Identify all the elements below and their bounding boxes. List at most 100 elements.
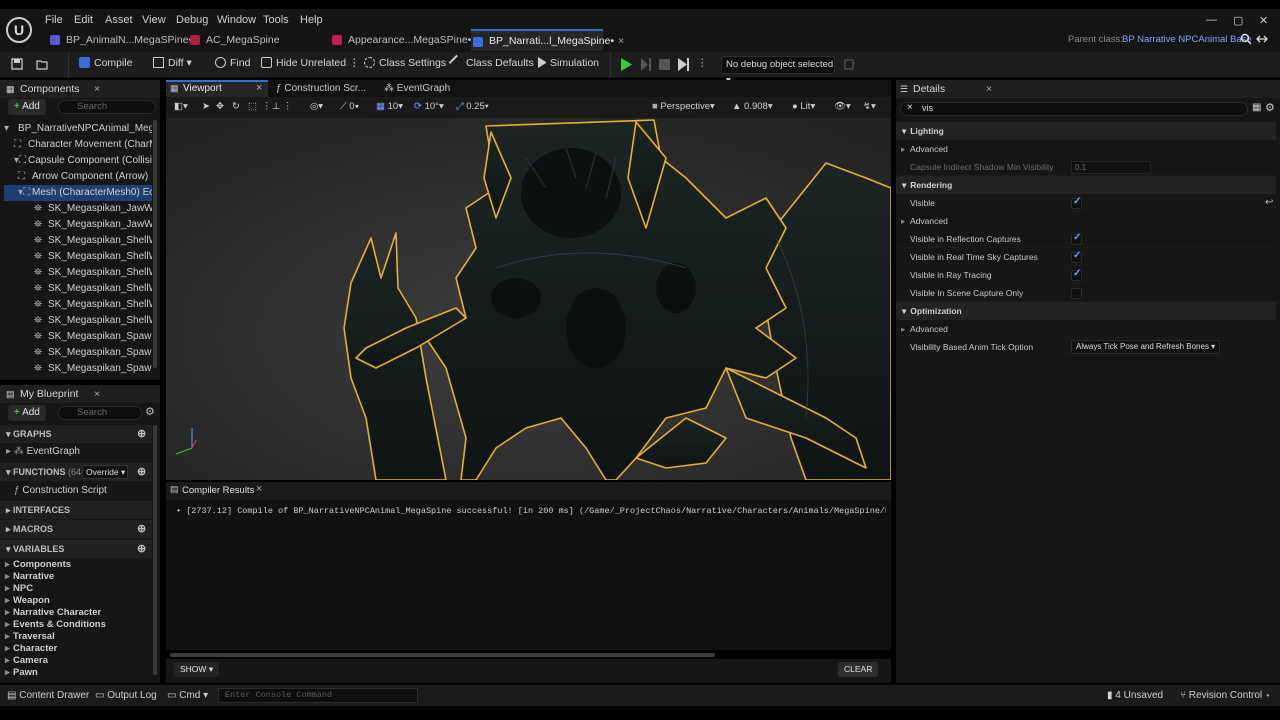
graphs-section[interactable]: ▾ GRAPHS ⊕ [0, 425, 152, 443]
component-item[interactable]: ▾ BP_NarrativeNPCAnimal_MegaSp [4, 121, 152, 137]
document-tab[interactable]: BP_AnimalN...MegaSPine• [48, 29, 192, 51]
coord-space-icon[interactable]: ◎▾ [310, 101, 323, 112]
variable-category[interactable]: ▸ Traversal [5, 631, 55, 642]
menu-view[interactable]: View [142, 14, 166, 26]
link-icon[interactable] [1256, 33, 1268, 45]
grid-snap-toggle[interactable]: ▦ 10▾ [376, 101, 403, 112]
component-item[interactable]: ⛯ SK_Megaspikan_JawWea [4, 201, 152, 217]
expand-arrow-icon[interactable]: ▸ [5, 655, 10, 666]
variable-category[interactable]: ▸ Pawn [5, 667, 38, 678]
add-member-button[interactable]: + Add [8, 405, 46, 421]
close-viewport-tab-icon[interactable]: × [256, 82, 262, 94]
property-checkbox[interactable] [1071, 288, 1082, 299]
unreal-logo-icon[interactable]: U [6, 17, 32, 43]
document-tab[interactable]: BP_Narrati...l_MegaSpine• × [471, 29, 624, 51]
component-item[interactable]: ⛯ SK_Megaspikan_ShellWe [4, 313, 152, 329]
component-item[interactable]: ⛶ Character Movement (CharM [4, 137, 152, 153]
content-drawer-button[interactable]: ▤ Content Drawer [7, 690, 89, 701]
variable-category[interactable]: ▸ Narrative Character [5, 607, 101, 618]
construction-script-item[interactable]: ƒ Construction Script [14, 483, 154, 499]
component-item[interactable]: ⛯ SK_Megaspikan_Spawne [4, 361, 152, 377]
surface-snap-icon[interactable]: ⊥ ⋮ [272, 101, 292, 112]
log-hscrollbar[interactable] [170, 653, 715, 657]
component-item[interactable]: ⛯ SK_Megaspikan_Spawne [4, 345, 152, 361]
search-icon[interactable] [1240, 33, 1252, 45]
property-checkbox[interactable] [1071, 268, 1082, 281]
tab-construction-script[interactable]: ƒ Construction Scr... [276, 83, 366, 94]
find-button[interactable]: Find [215, 57, 250, 69]
compile-message[interactable]: • [2737.12] Compile of BP_NarrativeNPCAn… [176, 506, 886, 516]
component-item[interactable]: ▾⛶ Mesh (CharacterMesh0) Ec [4, 185, 152, 201]
menu-asset[interactable]: Asset [105, 14, 133, 26]
expand-arrow-icon[interactable]: ▸ [5, 595, 10, 606]
debug-object-select[interactable]: No debug object selected ▾ [721, 56, 835, 86]
blueprint-scrollbar[interactable] [153, 425, 157, 675]
variable-category[interactable]: ▸ Narrative [5, 571, 54, 582]
document-tab[interactable]: AC_MegaSpine [188, 29, 298, 51]
variable-category[interactable]: ▸ Components [5, 559, 71, 570]
show-button[interactable]: SHOW ▾ [174, 662, 220, 677]
expand-arrow-icon[interactable]: ▸ [5, 607, 10, 618]
document-tab[interactable]: Appearance...MegaSPine• [330, 29, 471, 51]
expand-arrow-icon[interactable]: ▸ [5, 643, 10, 654]
menu-tools[interactable]: Tools [263, 14, 289, 26]
variable-category[interactable]: ▸ Camera [5, 655, 48, 666]
close-components-icon[interactable]: × [94, 80, 100, 98]
component-item[interactable]: ⛯ SK_Megaspikan_JawWea [4, 217, 152, 233]
property-value-field[interactable]: 0.1 [1071, 161, 1151, 174]
more-tools-icon[interactable]: ⋮ [262, 101, 272, 112]
component-item[interactable]: ⛯ SK_Megaspikan_ShellWe [4, 233, 152, 249]
details-section[interactable]: ▾ Lighting [896, 122, 1276, 140]
clear-button[interactable]: CLEAR [838, 662, 879, 677]
add-function-icon[interactable]: ⊕ [137, 463, 146, 481]
macros-section[interactable]: ▸ MACROS ⊕ [0, 520, 152, 538]
variables-section[interactable]: ▾ VARIABLES ⊕ [0, 540, 152, 558]
browse-icon[interactable] [36, 58, 48, 70]
expand-arrow-icon[interactable]: ▸ [5, 559, 10, 570]
component-item[interactable]: ⛯ SK_Megaspikan_ShellWe [4, 297, 152, 313]
hide-unrelated-button[interactable]: Hide Unrelated ⋮ [261, 57, 359, 69]
scale-mode-icon[interactable]: ⬚ [248, 101, 257, 112]
property-checkbox[interactable] [1071, 232, 1082, 245]
tab-event-graph[interactable]: ⁂ EventGraph [384, 83, 450, 94]
details-search-input[interactable]: × vis [900, 102, 1248, 116]
view-mode-dropdown[interactable]: ● Lit▾ [792, 101, 815, 112]
reset-to-default-icon[interactable]: ↩ [1265, 197, 1273, 208]
revision-control-button[interactable]: ⑂ Revision Control ▾ [1180, 690, 1271, 701]
menu-file[interactable]: File [45, 14, 63, 26]
interfaces-section[interactable]: ▸ INTERFACES [0, 501, 152, 519]
blueprint-search-input[interactable]: Search [58, 406, 142, 420]
close-window-icon[interactable]: ✕ [1259, 14, 1268, 27]
expand-arrow-icon[interactable]: ▸ [5, 571, 10, 582]
details-settings-icon[interactable]: ⚙ [1265, 101, 1275, 114]
close-details-icon[interactable]: × [986, 80, 992, 98]
component-item[interactable]: ⛯ SK_Megaspikan_Spawne [4, 329, 152, 345]
unsaved-button[interactable]: ▮ 4 Unsaved [1107, 690, 1163, 701]
variable-category[interactable]: ▸ Character [5, 643, 57, 654]
add-graph-icon[interactable]: ⊕ [137, 425, 146, 443]
diff-button[interactable]: Diff ▾ [153, 57, 192, 69]
class-defaults-button[interactable]: Class Defaults [448, 54, 534, 71]
component-item[interactable]: ⛯ SK_Megaspikan_ShellWe [4, 249, 152, 265]
expand-arrow-icon[interactable]: ▸ [5, 631, 10, 642]
menu-debug[interactable]: Debug [176, 14, 208, 26]
expand-arrow-icon[interactable]: ▸ [5, 619, 10, 630]
expand-arrow-icon[interactable]: ▸ [5, 667, 10, 678]
menu-help[interactable]: Help [300, 14, 323, 26]
maximize-icon[interactable]: ▢ [1233, 14, 1243, 27]
component-item[interactable]: ⛯ SK_Megaspikan_ShellWe [4, 265, 152, 281]
advanced-group[interactable]: ▸ Advanced [896, 320, 1276, 338]
add-component-button[interactable]: + Add [8, 99, 46, 115]
close-tab-icon[interactable]: × [618, 35, 624, 47]
viewport-canvas[interactable] [166, 118, 891, 480]
save-icon[interactable] [11, 58, 23, 70]
advanced-group[interactable]: ▸ Advanced [896, 212, 1276, 230]
output-log-button[interactable]: ▭ Output Log [95, 690, 157, 701]
play-icon[interactable] [620, 58, 632, 71]
realtime-icon[interactable]: ↯▾ [863, 101, 876, 112]
class-settings-button[interactable]: Class Settings [364, 57, 446, 69]
variable-category[interactable]: ▸ NPC [5, 583, 33, 594]
scale-snap-toggle[interactable]: ⤢ 0.25▾ [456, 101, 489, 112]
show-flags-icon[interactable]: 👁▾ [834, 101, 851, 112]
menu-window[interactable]: Window [217, 14, 256, 26]
